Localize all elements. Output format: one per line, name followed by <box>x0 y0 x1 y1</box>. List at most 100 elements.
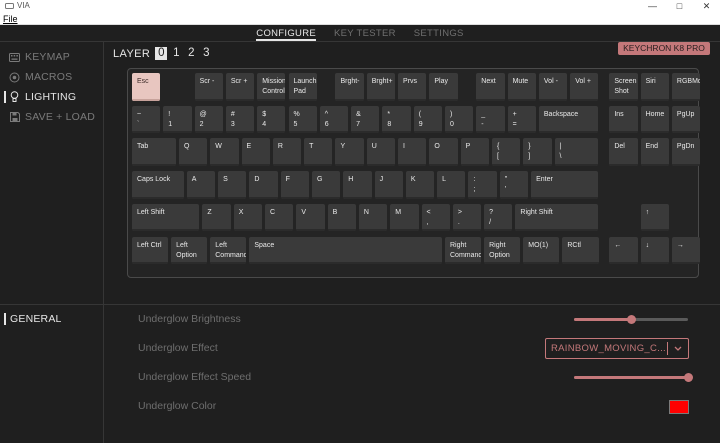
key-left-command[interactable]: Left Command <box>210 236 247 264</box>
key-ins[interactable]: Ins <box>609 105 638 134</box>
key-prvs[interactable]: Prvs <box>398 73 427 101</box>
key-p[interactable]: P <box>460 138 489 166</box>
key-next[interactable]: Next <box>476 73 505 101</box>
key-tab[interactable]: Tab <box>132 138 176 166</box>
key-right-shift[interactable]: Right Shift <box>515 203 599 232</box>
speed-slider[interactable] <box>574 373 693 382</box>
key-d[interactable]: D <box>249 171 278 199</box>
key-9[interactable]: (9 <box>413 105 442 134</box>
key-g[interactable]: G <box>311 171 341 199</box>
key-[interactable]: <, <box>421 203 450 232</box>
maximize-button[interactable]: □ <box>666 0 693 12</box>
key-launch-pad[interactable]: Launch Pad <box>288 73 317 101</box>
layer-1-button[interactable]: 1 <box>170 47 182 60</box>
layer-2-button[interactable]: 2 <box>185 47 197 60</box>
key-siri[interactable]: Siri <box>640 73 669 101</box>
tab-key-tester[interactable]: KEY TESTER <box>334 25 396 41</box>
key-a[interactable]: A <box>186 171 216 199</box>
key-scr[interactable]: Scr + <box>225 73 255 101</box>
tab-configure[interactable]: CONFIGURE <box>256 25 316 41</box>
key-right-option[interactable]: Right Option <box>484 236 521 264</box>
key-v[interactable]: V <box>296 203 325 232</box>
key-u[interactable]: U <box>366 138 396 166</box>
key-[interactable]: ? / <box>484 203 513 232</box>
key-n[interactable]: N <box>358 203 388 232</box>
key-2[interactable]: @2 <box>194 105 223 134</box>
key-[interactable]: _ - <box>476 105 505 134</box>
key-[interactable]: >. <box>452 203 482 232</box>
layer-3-button[interactable]: 3 <box>200 47 212 60</box>
close-button[interactable]: ✕ <box>693 0 720 12</box>
sidebar-item-macros[interactable]: MACROS <box>0 69 72 85</box>
key-end[interactable]: End <box>640 138 669 166</box>
key-5[interactable]: % 5 <box>288 105 317 134</box>
key-play[interactable]: Play <box>429 73 458 101</box>
sidebar-item-lighting[interactable]: LIGHTING <box>0 89 76 105</box>
color-picker-swatch[interactable] <box>669 400 689 414</box>
layer-0-button[interactable]: 0 <box>155 47 168 60</box>
key-[interactable]: | \ <box>554 138 599 166</box>
key-0[interactable]: ) 0 <box>445 105 474 134</box>
key-m[interactable]: M <box>390 203 419 232</box>
key-left-ctrl[interactable]: Left Ctrl <box>132 236 169 264</box>
brightness-slider-thumb[interactable] <box>627 315 636 324</box>
key-r[interactable]: R <box>272 138 302 166</box>
key-c[interactable]: C <box>265 203 294 232</box>
minimize-button[interactable]: — <box>639 0 666 12</box>
speed-slider-thumb[interactable] <box>684 373 693 382</box>
key-left-option[interactable]: Left Option <box>171 236 208 264</box>
key-y[interactable]: Y <box>335 138 364 166</box>
key-6[interactable]: ^ 6 <box>319 105 349 134</box>
key-vol[interactable]: Vol - <box>538 73 568 101</box>
brightness-slider[interactable] <box>574 315 688 324</box>
key-8[interactable]: * 8 <box>382 105 411 134</box>
key-1[interactable]: ! 1 <box>163 105 192 134</box>
key-mo-1[interactable]: MO(1) <box>523 236 560 264</box>
key-o[interactable]: O <box>429 138 458 166</box>
key-[interactable]: }] <box>523 138 552 166</box>
key-[interactable]: + = <box>507 105 536 134</box>
key-backspace[interactable]: Backspace <box>538 105 599 134</box>
effect-dropdown[interactable]: RAINBOW_MOVING_C... <box>545 338 689 359</box>
key-i[interactable]: I <box>398 138 427 166</box>
key-esc[interactable]: Esc <box>132 73 161 101</box>
key-[interactable]: " ' <box>499 171 529 199</box>
key-brght[interactable]: Brght+ <box>366 73 396 101</box>
key-e[interactable]: E <box>241 138 270 166</box>
key-w[interactable]: W <box>210 138 239 166</box>
key-home[interactable]: Home <box>640 105 669 134</box>
sidebar-item-save-load[interactable]: SAVE + LOAD <box>0 109 95 125</box>
key-b[interactable]: B <box>327 203 356 232</box>
key-brght[interactable]: Brght- <box>335 73 364 101</box>
key-mute[interactable]: Mute <box>507 73 536 101</box>
key-enter[interactable]: Enter <box>531 171 599 199</box>
key-del[interactable]: Del <box>609 138 638 166</box>
key-screen-shot[interactable]: Screen Shot <box>609 73 638 101</box>
key-3[interactable]: #3 <box>225 105 255 134</box>
key-pgdn[interactable]: PgDn <box>671 138 701 166</box>
key-right-command[interactable]: Right Command <box>445 236 482 264</box>
key-j[interactable]: J <box>374 171 403 199</box>
key-[interactable]: {[ <box>491 138 521 166</box>
key-4[interactable]: $4 <box>257 105 286 134</box>
key-7[interactable]: & 7 <box>351 105 380 134</box>
key-[interactable]: ← <box>609 236 638 264</box>
key-[interactable]: :; <box>468 171 497 199</box>
key-q[interactable]: Q <box>178 138 208 166</box>
menu-file[interactable]: File <box>3 14 18 24</box>
key-s[interactable]: S <box>218 171 247 199</box>
key-l[interactable]: L <box>437 171 466 199</box>
sidebar-item-keymap[interactable]: KEYMAP <box>0 49 70 65</box>
key-left-shift[interactable]: Left Shift <box>132 203 200 232</box>
key-x[interactable]: X <box>233 203 263 232</box>
key-rctl[interactable]: RCtl <box>562 236 599 264</box>
key-space[interactable]: Space <box>249 236 442 264</box>
key-[interactable]: ↑ <box>640 203 669 232</box>
submenu-general[interactable]: GENERAL <box>10 313 62 325</box>
key-caps-lock[interactable]: Caps Lock <box>132 171 184 199</box>
key-k[interactable]: K <box>405 171 435 199</box>
key-[interactable]: → <box>671 236 701 264</box>
key-[interactable]: ~ ` <box>132 105 161 134</box>
key-scr[interactable]: Scr - <box>194 73 223 101</box>
key-z[interactable]: Z <box>202 203 231 232</box>
